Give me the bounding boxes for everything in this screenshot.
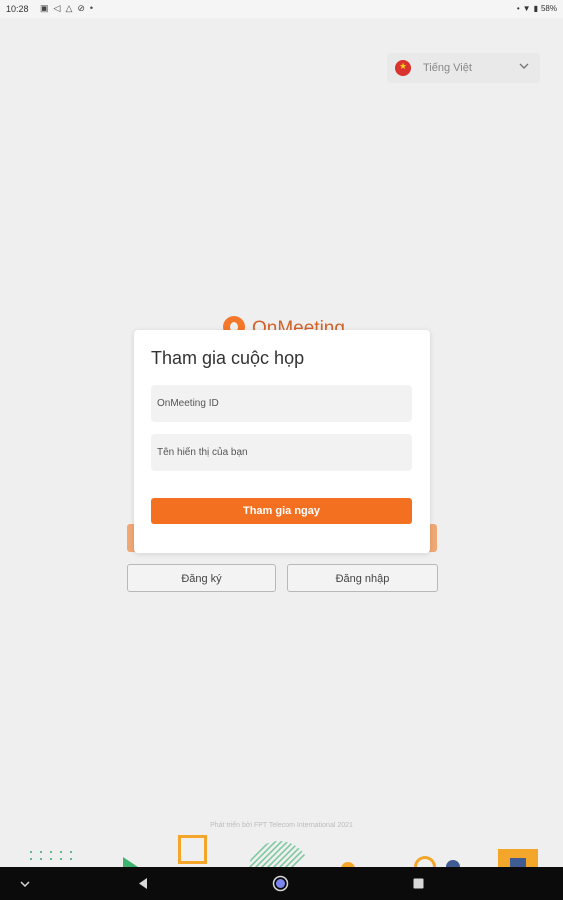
- language-selector[interactable]: Tiếng Việt: [387, 53, 540, 83]
- battery-percent: 58%: [540, 4, 557, 13]
- vietnam-flag-icon: [395, 60, 411, 76]
- back-icon[interactable]: [137, 877, 149, 890]
- gallery-icon: ▣: [40, 3, 54, 13]
- dot-icon: •: [516, 4, 520, 13]
- notification-icons: ▣◁△⊘•: [40, 3, 98, 14]
- dialog-title: Tham gia cuộc họp: [151, 348, 305, 368]
- signup-button[interactable]: Đăng ký: [127, 564, 276, 592]
- login-button[interactable]: Đăng nhập: [287, 564, 438, 592]
- system-nav-bar: [0, 867, 563, 900]
- chevron-down-icon[interactable]: [19, 879, 31, 889]
- striped-circle-decoration: [248, 841, 310, 868]
- share-icon: ◁: [53, 3, 66, 13]
- language-label: Tiếng Việt: [423, 62, 472, 74]
- footer-credit: Phát triển bởi FPT Telecom International…: [210, 822, 353, 829]
- chevron-down-icon: [519, 63, 529, 69]
- status-bar: 10:28 ▣◁△⊘• • ▼ ▮ 58%: [0, 0, 563, 18]
- join-now-button[interactable]: Tham gia ngay: [151, 498, 412, 524]
- wifi-icon: ▼: [522, 4, 531, 13]
- display-name-input[interactable]: [151, 434, 412, 471]
- dot-icon: •: [89, 3, 99, 13]
- warning-icon: △: [65, 3, 78, 13]
- no-sim-icon: ⊘: [77, 3, 90, 13]
- recents-icon[interactable]: [413, 878, 424, 889]
- system-icons: • ▼ ▮ 58%: [514, 4, 557, 13]
- status-time: 10:28: [6, 4, 29, 14]
- battery-icon: ▮: [533, 4, 538, 13]
- dots-decoration: [30, 851, 72, 860]
- home-icon[interactable]: [272, 875, 289, 892]
- meeting-id-input[interactable]: [151, 385, 412, 422]
- square-outline-decoration: [178, 835, 207, 864]
- join-meeting-dialog: Tham gia cuộc họp Tham gia ngay: [134, 330, 430, 553]
